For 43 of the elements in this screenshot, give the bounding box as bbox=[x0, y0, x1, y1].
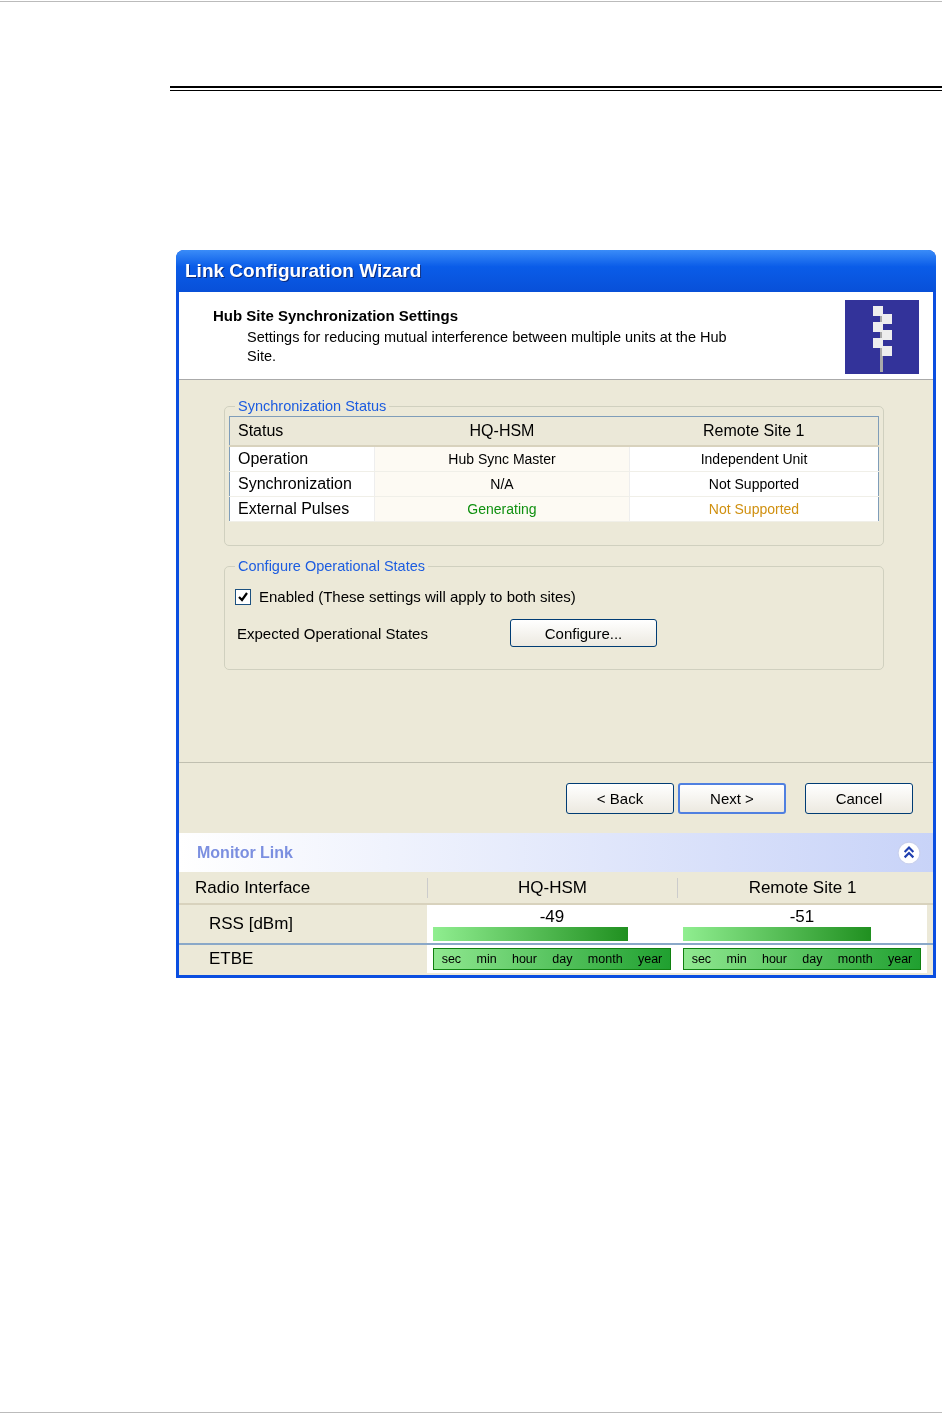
wizard-button[interactable]: Next > bbox=[678, 782, 786, 814]
scale-label: min bbox=[475, 952, 498, 966]
checkbox-label: Enabled (These settings will apply to both sites) bbox=[259, 588, 576, 605]
table-cell: Hub Sync Master bbox=[374, 446, 630, 472]
scale-label: day bbox=[551, 952, 574, 966]
scale-label: sec bbox=[440, 952, 463, 966]
scale-label: year bbox=[886, 952, 914, 966]
scale-label: month bbox=[836, 952, 874, 966]
scale-label: hour bbox=[510, 952, 538, 966]
window-title: Link Configuration Wizard bbox=[184, 260, 422, 282]
table-cell: Generating bbox=[374, 496, 630, 522]
row-label: RSS [dBm] bbox=[208, 913, 295, 935]
checkbox[interactable] bbox=[235, 588, 251, 605]
column-header: HQ-HSM bbox=[427, 877, 677, 898]
scale-label: sec bbox=[690, 952, 713, 966]
scale-label: month bbox=[586, 952, 624, 966]
table-cell: Not Supported bbox=[629, 471, 879, 497]
monitor-title: Monitor Link bbox=[197, 843, 293, 862]
rss-value: -51 bbox=[789, 907, 815, 927]
scale-label: day bbox=[801, 952, 824, 966]
scale-label: year bbox=[636, 952, 664, 966]
collapse-icon[interactable] bbox=[897, 840, 921, 865]
table-cell: Not Supported bbox=[629, 496, 879, 522]
row-label: ETBE bbox=[208, 949, 255, 969]
page-heading: Hub Site Synchronization Settings bbox=[213, 307, 460, 324]
wizard-button[interactable]: Cancel bbox=[805, 782, 913, 814]
column-header: Remote Site 1 bbox=[629, 416, 879, 446]
rss-value: -49 bbox=[539, 907, 565, 927]
page-description: Settings for reducing mutual interference between multiple units at the Hub Site. bbox=[246, 328, 728, 366]
table-cell: N/A bbox=[374, 471, 630, 497]
scale-label: hour bbox=[760, 952, 788, 966]
column-header: Status bbox=[229, 416, 375, 446]
scale-label: min bbox=[725, 952, 748, 966]
wizard-button[interactable]: < Back bbox=[566, 782, 674, 814]
column-header: Remote Site 1 bbox=[677, 877, 927, 898]
group-legend: Synchronization Status bbox=[235, 398, 390, 414]
configure-button[interactable]: Configure... bbox=[510, 619, 657, 647]
group-legend: Configure Operational States bbox=[235, 558, 428, 574]
antenna-icon bbox=[845, 300, 919, 374]
field-label: Expected Operational States bbox=[237, 624, 429, 642]
table-cell: Independent Unit bbox=[629, 446, 879, 472]
column-header: Radio Interface bbox=[194, 877, 312, 898]
column-header: HQ-HSM bbox=[374, 416, 630, 446]
